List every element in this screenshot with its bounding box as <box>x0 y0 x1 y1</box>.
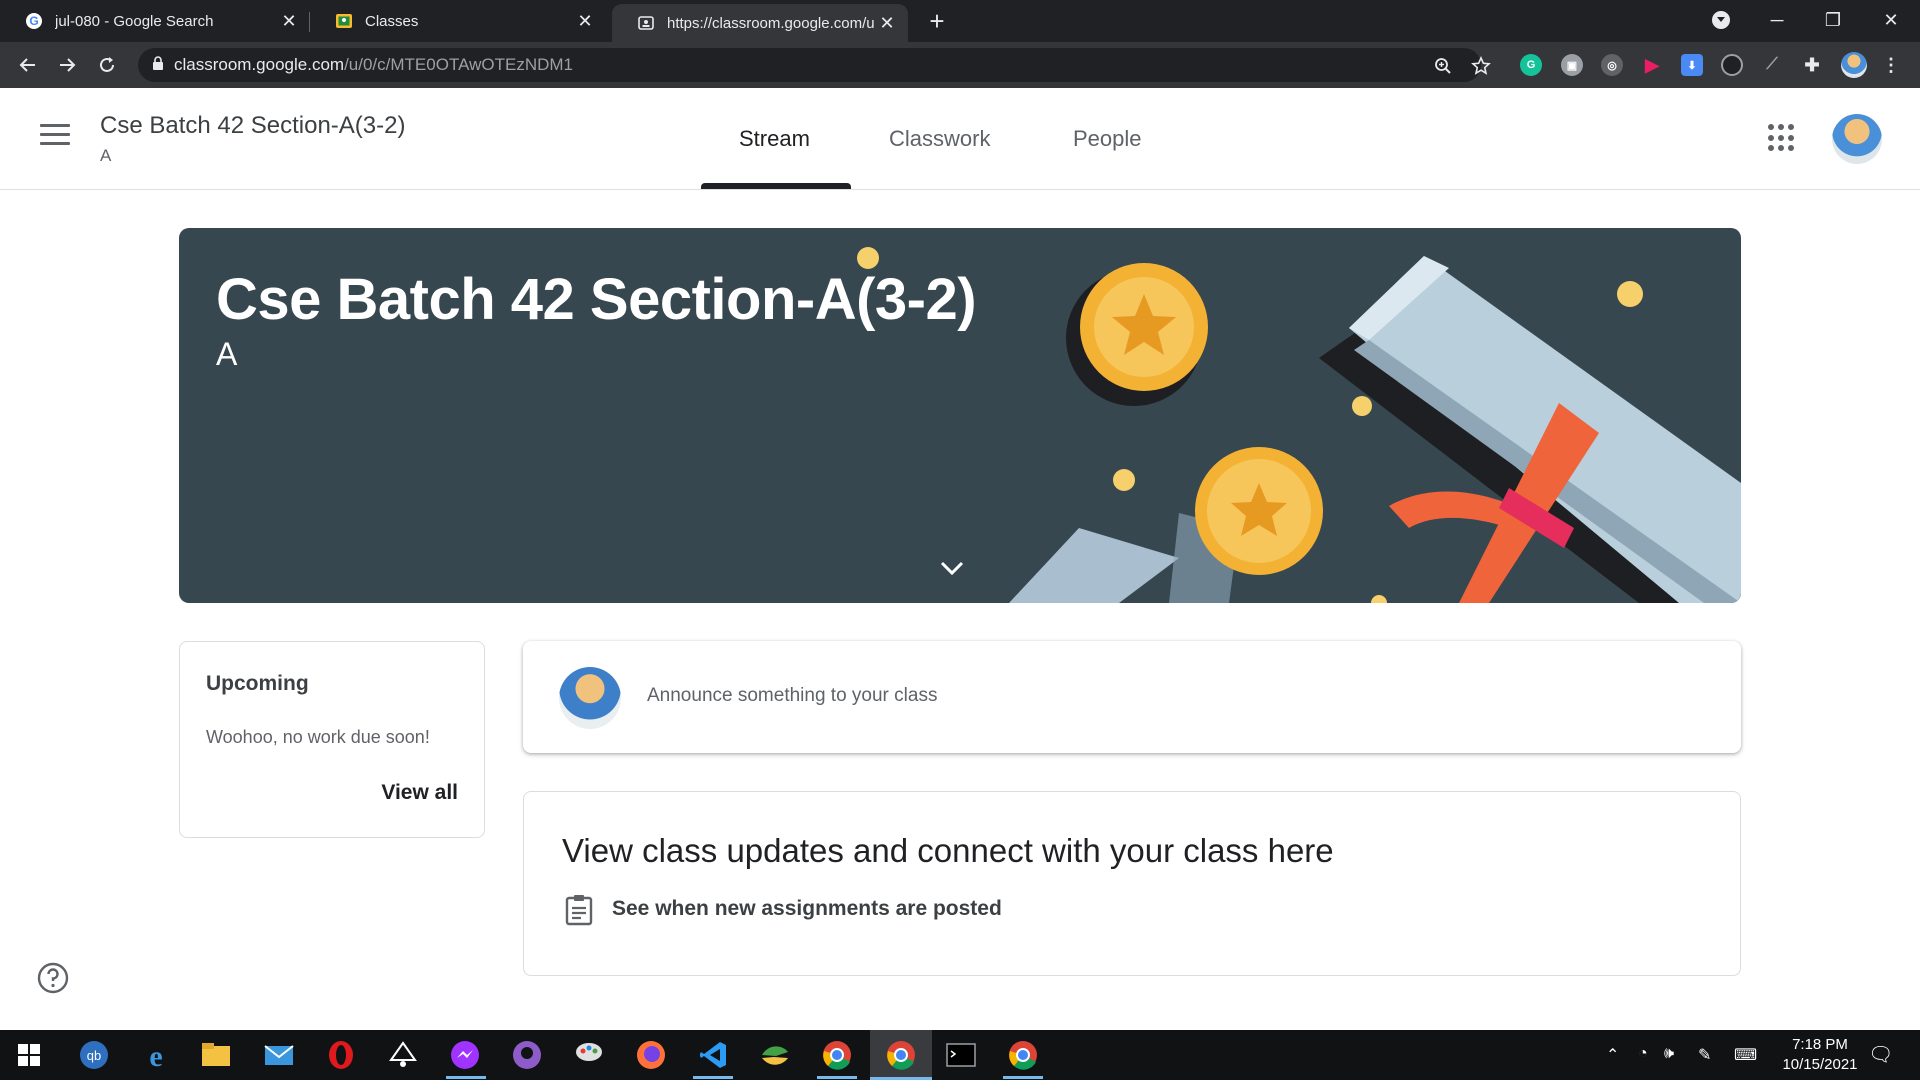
tab-classroom-active[interactable]: https://classroom.google.com/u/ ✕ <box>612 4 908 42</box>
profile-avatar[interactable] <box>1841 52 1867 78</box>
close-window-button[interactable]: ✕ <box>1868 4 1914 36</box>
volume-icon[interactable]: 🕪 <box>1664 1045 1674 1063</box>
svg-text:qb: qb <box>87 1048 101 1063</box>
kotlin-icon[interactable] <box>758 1038 792 1072</box>
menu-dots-icon[interactable]: ⋮ <box>1880 54 1902 76</box>
restore-button[interactable]: ❐ <box>1810 4 1856 36</box>
updates-title: View class updates and connect with your… <box>562 832 1334 869</box>
classroom-icon <box>335 12 353 30</box>
forward-button[interactable] <box>53 51 81 79</box>
pen-extension-icon[interactable]: ⟋ <box>1761 54 1783 76</box>
github-icon[interactable] <box>510 1038 544 1072</box>
url-host: classroom.google.com <box>174 55 345 74</box>
url-text: classroom.google.com/u/0/c/MTE0OTAwOTEzN… <box>174 55 573 75</box>
vscode-icon[interactable] <box>696 1038 730 1072</box>
class-section: A <box>100 146 112 165</box>
assignment-icon <box>565 895 593 926</box>
class-name[interactable]: Cse Batch 42 Section-A(3-2) <box>100 112 405 140</box>
edge-icon[interactable]: e <box>139 1038 173 1072</box>
chrome-canary-icon[interactable] <box>1006 1038 1040 1072</box>
classroom-header: Cse Batch 42 Section-A(3-2) A Stream Cla… <box>0 88 1920 190</box>
close-icon[interactable]: ✕ <box>276 11 302 32</box>
extension-icon[interactable]: ◎ <box>1601 54 1623 76</box>
announce-box[interactable]: Announce something to your class <box>523 641 1741 753</box>
screen-extension-icon[interactable] <box>1721 54 1743 76</box>
clock-date: 10/15/2021 <box>1782 1056 1858 1073</box>
tab-stream[interactable]: Stream <box>739 126 810 152</box>
close-icon[interactable]: ✕ <box>874 13 900 34</box>
running-indicator <box>446 1076 486 1079</box>
chevron-down-icon[interactable] <box>939 558 965 578</box>
address-bar[interactable]: classroom.google.com/u/0/c/MTE0OTAwOTEzN… <box>138 48 1491 82</box>
play-extension-icon[interactable]: ▶ <box>1641 54 1663 76</box>
running-indicator <box>693 1076 733 1079</box>
tab-title: https://classroom.google.com/u/ <box>667 14 874 32</box>
account-avatar[interactable] <box>1832 114 1882 164</box>
back-button[interactable] <box>14 51 42 79</box>
lock-icon <box>152 55 164 75</box>
close-icon[interactable]: ✕ <box>572 11 598 32</box>
updates-line: See when new assignments are posted <box>612 897 1002 920</box>
minimize-button[interactable]: ─ <box>1754 4 1800 36</box>
google-icon: G <box>25 12 43 30</box>
notifications-icon[interactable]: 🗨 <box>1868 1042 1893 1067</box>
url-path: /u/0/c/MTE0OTAwOTEzNDM1 <box>344 55 573 74</box>
upcoming-card: Upcoming Woohoo, no work due soon! View … <box>179 641 485 838</box>
class-banner: Cse Batch 42 Section-A(3-2) A <box>179 228 1741 603</box>
tab-classes[interactable]: Classes ✕ <box>310 0 606 42</box>
upcoming-title: Upcoming <box>206 672 309 695</box>
bookmark-star-icon[interactable] <box>1471 56 1491 76</box>
camera-extension-icon[interactable]: ▣ <box>1561 54 1583 76</box>
tab-google-search[interactable]: G jul-080 - Google Search ✕ <box>0 0 310 42</box>
extensions-puzzle-icon[interactable]: ✚ <box>1801 54 1823 76</box>
file-explorer-icon[interactable] <box>199 1038 233 1072</box>
paint-icon[interactable] <box>572 1038 606 1072</box>
avatar <box>559 667 621 729</box>
qbittorrent-icon[interactable]: qb <box>77 1038 111 1072</box>
browser-toolbar: classroom.google.com/u/0/c/MTE0OTAwOTEzN… <box>0 42 1920 88</box>
tab-title: jul-080 - Google Search <box>55 12 214 30</box>
svg-text:G: G <box>29 14 38 28</box>
chrome-icon[interactable] <box>820 1038 854 1072</box>
chevron-up-icon[interactable]: ⌃ <box>1606 1045 1619 1065</box>
running-indicator <box>1003 1076 1043 1079</box>
active-tab-indicator <box>701 183 851 189</box>
tab-people[interactable]: People <box>1073 126 1142 152</box>
google-apps-icon[interactable] <box>1768 124 1796 152</box>
terminal-icon[interactable] <box>944 1038 978 1072</box>
taskbar-clock[interactable]: 7:18 PM 10/15/2021 <box>1770 1035 1870 1075</box>
tab-classwork[interactable]: Classwork <box>889 126 990 152</box>
reload-button[interactable] <box>93 51 121 79</box>
browser-tab-strip: G jul-080 - Google Search ✕ Classes ✕ ht… <box>0 0 1920 42</box>
chrome-profile-icon[interactable] <box>884 1038 918 1072</box>
download-extension-icon[interactable]: ⬇ <box>1681 54 1703 76</box>
inkscape-icon[interactable] <box>386 1038 420 1072</box>
pen-icon[interactable]: ✎ <box>1698 1045 1711 1065</box>
class-updates-card: View class updates and connect with your… <box>523 791 1741 976</box>
wifi-icon[interactable]: ◔ <box>1638 1045 1648 1063</box>
firefox-icon[interactable] <box>634 1038 668 1072</box>
running-indicator <box>817 1076 857 1079</box>
messenger-icon[interactable] <box>448 1038 482 1072</box>
mail-icon[interactable] <box>262 1038 296 1072</box>
tab-search-icon[interactable] <box>1712 11 1730 29</box>
banner-class-name: Cse Batch 42 Section-A(3-2) <box>216 267 977 332</box>
page-icon <box>637 14 655 32</box>
zoom-icon[interactable] <box>1433 56 1453 76</box>
view-all-link[interactable]: View all <box>381 781 458 805</box>
main-menu-icon[interactable] <box>40 124 70 148</box>
keyboard-icon[interactable]: ⌨ <box>1734 1045 1757 1065</box>
windows-taskbar: qb e ⌃ ◔ 🕪 ✎ ⌨ 7:18 PM 10/15/2021 🗨 <box>0 1030 1920 1080</box>
grammarly-extension-icon[interactable]: G <box>1520 54 1542 76</box>
tab-title: Classes <box>365 12 419 30</box>
opera-icon[interactable] <box>324 1038 358 1072</box>
banner-section: A <box>216 336 238 372</box>
announce-placeholder[interactable]: Announce something to your class <box>647 685 937 707</box>
new-tab-button[interactable]: + <box>922 6 952 37</box>
windows-start-icon[interactable] <box>12 1038 46 1072</box>
upcoming-empty-message: Woohoo, no work due soon! <box>206 727 430 747</box>
clock-time: 7:18 PM <box>1792 1036 1848 1053</box>
help-icon[interactable] <box>36 961 70 995</box>
svg-text:e: e <box>149 1040 162 1070</box>
